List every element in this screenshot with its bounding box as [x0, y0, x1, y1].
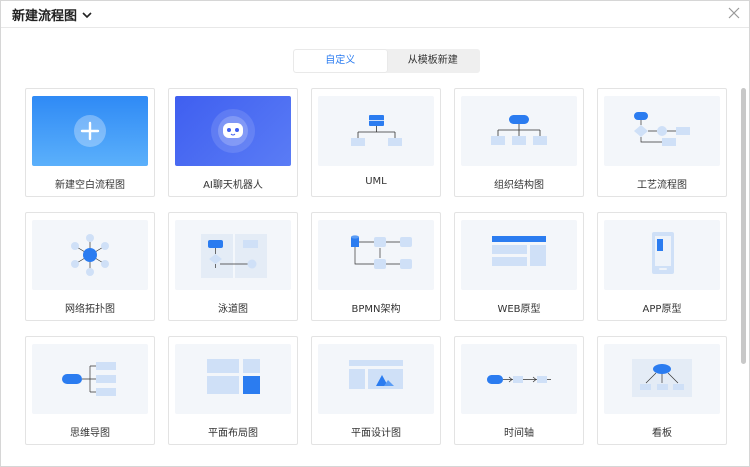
- kanban-icon: [632, 359, 692, 397]
- template-label: 看板: [652, 428, 672, 439]
- close-icon[interactable]: [727, 6, 741, 20]
- swimlane-icon: [201, 234, 267, 278]
- uml-thumbnail: [318, 96, 434, 166]
- template-label: 泳道图: [218, 304, 248, 315]
- template-label: APP原型: [642, 304, 682, 315]
- mind-map-thumbnail: [32, 344, 148, 414]
- tab-bar: 自定义 从模板新建: [293, 49, 480, 73]
- template-card-blank[interactable]: 新建空白流程图: [25, 88, 155, 197]
- uml-diagram-icon: [351, 115, 402, 146]
- timeline-icon: [487, 375, 551, 384]
- template-label: 时间轴: [504, 428, 534, 439]
- template-label: BPMN架构: [351, 304, 401, 315]
- robot-icon: [211, 109, 255, 153]
- template-card-kanban[interactable]: 看板: [597, 336, 727, 445]
- web-prototype-icon: [492, 236, 546, 266]
- blank-thumbnail: [32, 96, 148, 166]
- template-card-process-flow[interactable]: 工艺流程图: [597, 88, 727, 197]
- template-label: WEB原型: [497, 304, 541, 315]
- mobile-phone-icon: [652, 232, 674, 274]
- ai-thumbnail: [175, 96, 291, 166]
- dialog-header: 新建流程图: [1, 1, 749, 28]
- dialog-title-dropdown[interactable]: 新建流程图: [12, 5, 92, 24]
- template-label: 平面设计图: [351, 428, 401, 439]
- template-card-swimlane[interactable]: 泳道图: [168, 212, 298, 321]
- template-card-mind-map[interactable]: 思维导图: [25, 336, 155, 445]
- process-flow-icon: [634, 112, 690, 146]
- app-prototype-thumbnail: [604, 220, 720, 290]
- kanban-thumbnail: [604, 344, 720, 414]
- template-label: 平面布局图: [208, 428, 258, 439]
- bpmn-thumbnail: [318, 220, 434, 290]
- floor-layout-icon: [207, 359, 260, 394]
- template-label: 组织结构图: [494, 180, 544, 191]
- tab-from-template[interactable]: 从模板新建: [387, 50, 480, 72]
- template-card-network-topology[interactable]: 网络拓扑图: [25, 212, 155, 321]
- template-card-web-prototype[interactable]: WEB原型: [454, 212, 584, 321]
- plus-icon: [74, 115, 106, 147]
- template-label: 工艺流程图: [637, 180, 687, 191]
- template-card-uml[interactable]: UML: [311, 88, 441, 197]
- new-flowchart-dialog: 新建流程图 自定义 从模板新建 新建空白流程图 AI聊天机器人 UML 组织结构…: [0, 0, 750, 467]
- vertical-scrollbar[interactable]: [741, 88, 746, 364]
- network-thumbnail: [32, 220, 148, 290]
- template-card-graphic-design[interactable]: 平面设计图: [311, 336, 441, 445]
- tab-custom[interactable]: 自定义: [294, 50, 387, 72]
- template-card-timeline[interactable]: 时间轴: [454, 336, 584, 445]
- template-label: 思维导图: [70, 428, 110, 439]
- graphic-design-icon: [349, 360, 403, 389]
- template-label: AI聊天机器人: [203, 180, 263, 191]
- template-card-bpmn[interactable]: BPMN架构: [311, 212, 441, 321]
- chevron-down-icon: [82, 11, 92, 18]
- org-chart-thumbnail: [461, 96, 577, 166]
- network-topology-icon: [71, 234, 109, 276]
- template-card-app-prototype[interactable]: APP原型: [597, 212, 727, 321]
- dialog-title: 新建流程图: [12, 9, 78, 24]
- swimlane-thumbnail: [175, 220, 291, 290]
- floor-layout-thumbnail: [175, 344, 291, 414]
- process-flow-thumbnail: [604, 96, 720, 166]
- template-card-ai-chatbot[interactable]: AI聊天机器人: [168, 88, 298, 197]
- template-label: 新建空白流程图: [55, 180, 125, 191]
- template-card-floor-layout[interactable]: 平面布局图: [168, 336, 298, 445]
- template-label: UML: [365, 176, 387, 187]
- graphic-design-thumbnail: [318, 344, 434, 414]
- org-chart-icon: [491, 115, 547, 145]
- template-card-org-chart[interactable]: 组织结构图: [454, 88, 584, 197]
- timeline-thumbnail: [461, 344, 577, 414]
- bpmn-icon: [351, 235, 412, 269]
- template-label: 网络拓扑图: [65, 304, 115, 315]
- mind-map-icon: [62, 362, 116, 396]
- web-prototype-thumbnail: [461, 220, 577, 290]
